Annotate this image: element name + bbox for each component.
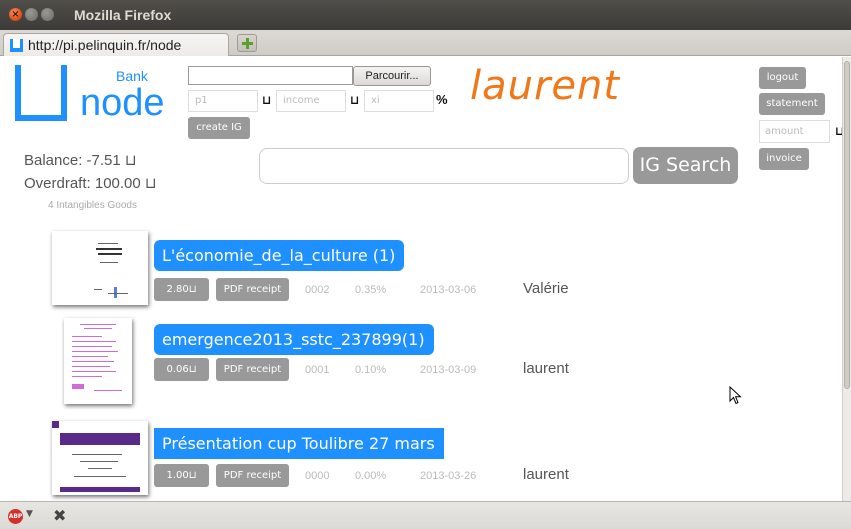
pdf-receipt-button[interactable]: PDF receipt [216, 358, 289, 381]
income-input[interactable]: income [276, 90, 346, 112]
price-button[interactable]: 1.00⊔ [154, 464, 209, 487]
good-date: 2013-03-06 [420, 284, 477, 296]
list-item: emergence2013_sstc_237899(1) 0.06⊔ PDF r… [0, 316, 842, 406]
good-percent: 0.35% [355, 284, 387, 296]
logout-button[interactable]: logout [759, 67, 806, 89]
price-button[interactable]: 2.80⊔ [154, 278, 209, 301]
price-button[interactable]: 0.06⊔ [154, 358, 209, 381]
adblock-icon[interactable]: ABP [8, 509, 23, 524]
create-ig-button[interactable]: create IG [188, 117, 250, 139]
window-titlebar: × Mozilla Firefox [0, 0, 851, 30]
ig-search-button[interactable]: IG Search [633, 147, 738, 184]
node-u-icon [10, 39, 23, 52]
good-owner: Valérie [523, 280, 569, 297]
window-close-button[interactable]: × [9, 8, 22, 21]
vertical-scrollbar[interactable] [842, 57, 851, 501]
window-title: Mozilla Firefox [74, 7, 172, 23]
amount-unit-symbol: ⊔ [835, 124, 842, 138]
good-owner: laurent [523, 360, 569, 377]
status-bar: ABP ▼ ✖ [0, 501, 851, 529]
pdf-receipt-button[interactable]: PDF receipt [216, 278, 289, 301]
tab-label: http://pi.pelinquin.fr/node [28, 37, 182, 53]
mouse-pointer-icon [729, 386, 742, 405]
good-code: 0000 [305, 470, 330, 482]
document-thumbnail[interactable] [64, 318, 132, 404]
amount-input[interactable]: amount [759, 120, 830, 143]
adblock-dropdown-icon[interactable]: ▼ [26, 509, 33, 519]
file-path-field[interactable] [188, 66, 353, 85]
good-title-link[interactable]: Présentation cup Toulibre 27 mars [154, 428, 444, 459]
p1-input[interactable]: p1 [188, 90, 258, 112]
good-owner: laurent [523, 466, 569, 483]
xi-input[interactable]: xi [364, 90, 434, 112]
good-percent: 0.10% [355, 364, 387, 376]
goods-count-text: 4 Intangibles Goods [48, 200, 137, 211]
income-unit-symbol: ⊔ [350, 93, 360, 107]
good-code: 0001 [305, 364, 330, 376]
list-item: L'économie_de_la_culture (1) 2.80⊔ PDF r… [0, 228, 842, 318]
good-date: 2013-03-26 [420, 470, 477, 482]
close-icon: × [11, 9, 20, 20]
balance-text: Balance: -7.51 ⊔ [24, 152, 137, 169]
scrollbar-thumb[interactable] [844, 61, 850, 389]
tab-node[interactable]: http://pi.pelinquin.fr/node [3, 33, 229, 56]
invoice-button[interactable]: invoice [759, 148, 809, 170]
browse-button[interactable]: Parcourir... [353, 66, 431, 86]
tab-bar: http://pi.pelinquin.fr/node [0, 30, 851, 56]
good-percent: 0.00% [355, 470, 387, 482]
xi-percent-symbol: % [436, 92, 448, 107]
ig-search-input[interactable] [259, 148, 629, 184]
window-maximize-button[interactable] [41, 8, 54, 21]
username-display: laurent [470, 63, 621, 109]
logo-node-text: node [80, 82, 165, 124]
good-date: 2013-03-09 [420, 364, 477, 376]
node-logo-icon [15, 65, 67, 121]
p1-unit-symbol: ⊔ [262, 93, 272, 107]
pdf-receipt-button[interactable]: PDF receipt [216, 464, 289, 487]
overdraft-text: Overdraft: 100.00 ⊔ [24, 175, 157, 192]
statement-button[interactable]: statement [759, 93, 825, 115]
new-tab-button[interactable] [237, 34, 257, 52]
page-viewport: Bank node Parcourir... p1 ⊔ income ⊔ xi … [0, 57, 842, 501]
good-code: 0002 [305, 284, 330, 296]
good-title-link[interactable]: emergence2013_sstc_237899(1) [154, 324, 434, 355]
list-item: Présentation cup Toulibre 27 mars 1.00⊔ … [0, 418, 842, 501]
document-thumbnail[interactable] [52, 421, 148, 495]
window-minimize-button[interactable] [25, 8, 38, 21]
close-addon-bar-icon[interactable]: ✖ [53, 506, 66, 525]
document-thumbnail[interactable] [52, 231, 148, 305]
good-title-link[interactable]: L'économie_de_la_culture (1) [154, 240, 405, 271]
